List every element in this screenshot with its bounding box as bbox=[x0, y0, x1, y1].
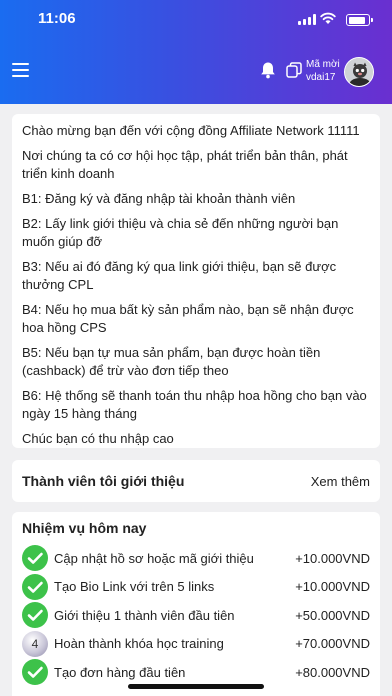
referral-label: Mã mời bbox=[306, 59, 340, 70]
referral-code[interactable]: Mã mời vdai17 bbox=[306, 58, 340, 84]
intro-paragraph: Chào mừng bạn đến với cộng đồng Affiliat… bbox=[22, 123, 360, 138]
task-item[interactable]: Tạo Bio Link với trên 5 links +10.000VND bbox=[22, 573, 370, 602]
see-more-link[interactable]: Xem thêm bbox=[311, 474, 370, 489]
task-label: Hoàn thành khóa học training bbox=[54, 636, 224, 652]
intro-step: B4: Nếu họ mua bất kỳ sản phẩm nào, bạn … bbox=[22, 302, 354, 335]
welcome-card: Chào mừng bạn đến với cộng đồng Affiliat… bbox=[12, 114, 380, 448]
invited-members-title: Thành viên tôi giới thiệu bbox=[22, 473, 185, 489]
task-reward: +10.000VND bbox=[295, 579, 370, 595]
check-circle-icon bbox=[22, 573, 48, 600]
copy-icon[interactable] bbox=[286, 62, 302, 78]
task-reward: +80.000VND bbox=[295, 664, 370, 680]
wifi-icon bbox=[320, 12, 336, 24]
intro-paragraph: Nơi chúng ta có cơ hội học tập, phát tri… bbox=[22, 148, 348, 181]
intro-step: B5: Nếu bạn tự mua sản phẩm, bạn được ho… bbox=[22, 345, 321, 378]
task-label: Giới thiệu 1 thành viên đầu tiên bbox=[54, 607, 235, 623]
battery-icon bbox=[346, 14, 373, 26]
intro-step: B1: Đăng ký và đăng nhập tài khoản thành… bbox=[22, 191, 296, 206]
check-circle-icon bbox=[22, 545, 48, 572]
invited-members-card: Thành viên tôi giới thiệu Xem thêm bbox=[12, 460, 380, 502]
intro-step: B6: Hệ thống sẽ thanh toán thu nhập hoa … bbox=[22, 388, 367, 421]
task-number-badge: 4 bbox=[22, 630, 48, 657]
status-time: 11:06 bbox=[38, 10, 76, 27]
task-label: Tạo đơn hàng đầu tiên bbox=[54, 664, 186, 680]
intro-step: B2: Lấy link giới thiệu và chia sẻ đến n… bbox=[22, 216, 339, 249]
referral-value: vdai17 bbox=[306, 72, 336, 83]
menu-icon[interactable] bbox=[12, 63, 29, 77]
task-label: Tạo Bio Link với trên 5 links bbox=[54, 579, 215, 595]
task-item[interactable]: 4 Hoàn thành khóa học training +70.000VN… bbox=[22, 630, 370, 659]
task-label: Cập nhật hồ sơ hoặc mã giới thiệu bbox=[54, 550, 254, 566]
task-reward: +50.000VND bbox=[295, 607, 370, 623]
bell-icon[interactable] bbox=[259, 61, 277, 79]
user-avatar-icon bbox=[345, 58, 373, 86]
check-circle-icon bbox=[22, 602, 48, 629]
status-bar: 11:06 bbox=[0, 8, 392, 30]
daily-tasks-title: Nhiệm vụ hôm nay bbox=[22, 520, 147, 536]
home-indicator bbox=[128, 684, 264, 689]
task-reward: +10.000VND bbox=[295, 550, 370, 566]
intro-paragraph: Chúc bạn có thu nhập cao bbox=[22, 431, 174, 446]
task-reward: +70.000VND bbox=[295, 636, 370, 652]
app-header: 11:06 Mã mời vdai17 bbox=[0, 0, 392, 104]
signal-icon bbox=[298, 14, 316, 25]
daily-tasks-card: Nhiệm vụ hôm nay Cập nhật hồ sơ hoặc mã … bbox=[12, 512, 380, 696]
avatar[interactable] bbox=[344, 57, 374, 87]
intro-step: B3: Nếu ai đó đăng ký qua link giới thiệ… bbox=[22, 259, 337, 292]
task-item[interactable]: Cập nhật hồ sơ hoặc mã giới thiệu +10.00… bbox=[22, 544, 370, 573]
check-circle-icon bbox=[22, 659, 48, 686]
task-item[interactable]: Tạo đơn hàng đầu tiên +80.000VND bbox=[22, 658, 370, 687]
task-item[interactable]: Giới thiệu 1 thành viên đầu tiên +50.000… bbox=[22, 601, 370, 630]
